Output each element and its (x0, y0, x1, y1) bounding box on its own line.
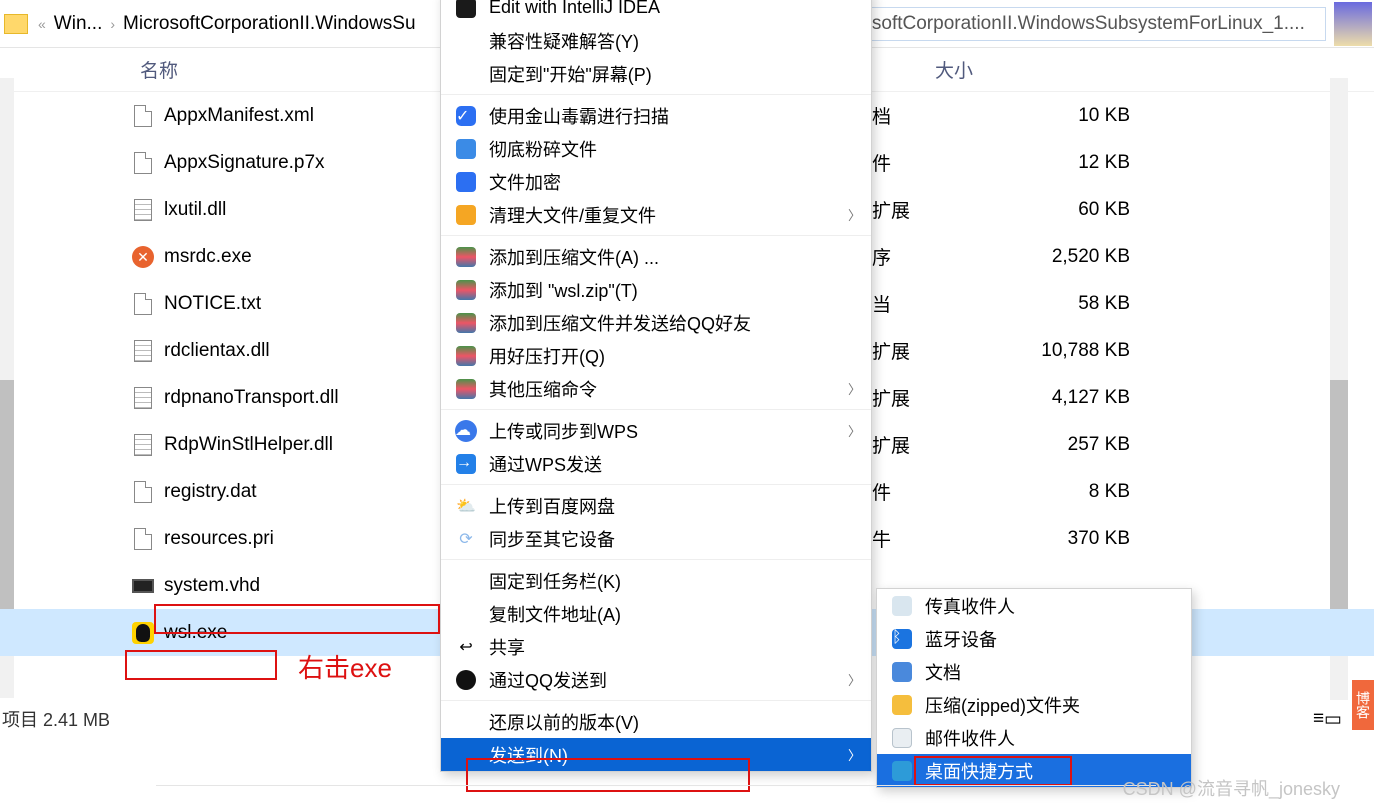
crumb-win[interactable]: Win... (50, 13, 107, 35)
menu-send-to[interactable]: 发送到(N)〉 (441, 738, 871, 771)
file-size: 8 KB (1030, 481, 1130, 503)
file-size: 10,788 KB (1030, 340, 1130, 362)
file-name: msrdc.exe (164, 246, 434, 268)
file-type: 牛 (872, 525, 891, 552)
file-name: resources.pri (164, 528, 434, 550)
user-avatar[interactable] (1334, 2, 1372, 46)
crumb-separator: › (110, 16, 115, 32)
file-size: 10 KB (1030, 105, 1130, 127)
menu-share[interactable]: ↪共享 (441, 630, 871, 663)
file-icon (130, 197, 156, 223)
sendto-fax[interactable]: 传真收件人 (877, 589, 1191, 622)
menu-wps-send[interactable]: →通过WPS发送 (441, 447, 871, 480)
file-type: 件 (872, 149, 891, 176)
file-icon (130, 620, 156, 646)
file-icon (130, 338, 156, 364)
back-chevron[interactable]: « (38, 16, 46, 32)
file-name: rdclientax.dll (164, 340, 434, 362)
file-icon (130, 479, 156, 505)
status-bar: 项目 2.41 MB (0, 701, 110, 737)
menu-sync[interactable]: ⟳同步至其它设备 (441, 522, 871, 555)
file-icon (130, 385, 156, 411)
menu-edit-intellij[interactable]: Edit with IntelliJ IDEA (441, 0, 871, 24)
side-tab[interactable]: 博客 (1352, 680, 1374, 730)
status-text: 项目 2.41 MB (2, 706, 110, 732)
file-size: 4,127 KB (1030, 387, 1130, 409)
file-type: 序 (872, 243, 891, 270)
view-details-button[interactable]: ≡ (1313, 708, 1324, 731)
search-input[interactable]: rosoftCorporationII.WindowsSubsystemForL… (846, 7, 1326, 41)
file-icon: ✕ (130, 244, 156, 270)
menu-scan[interactable]: ✓使用金山毒霸进行扫描 (441, 99, 871, 132)
file-name: registry.dat (164, 481, 434, 503)
file-type: 扩展 (872, 196, 910, 223)
file-name: wsl.exe (164, 622, 434, 644)
file-name: RdpWinStlHelper.dll (164, 434, 434, 456)
menu-qq-send[interactable]: 通过QQ发送到〉 (441, 663, 871, 696)
menu-restore[interactable]: 还原以前的版本(V) (441, 705, 871, 738)
menu-wps-upload[interactable]: ☁上传或同步到WPS〉 (441, 414, 871, 447)
crumb-folder[interactable]: MicrosoftCorporationII.WindowsSu (119, 13, 420, 35)
file-type: 档 (872, 102, 891, 129)
sendto-zipped[interactable]: 压缩(zipped)文件夹 (877, 688, 1191, 721)
menu-pin-taskbar[interactable]: 固定到任务栏(K) (441, 564, 871, 597)
menu-zip-open[interactable]: 用好压打开(Q) (441, 339, 871, 372)
menu-zip-other[interactable]: 其他压缩命令〉 (441, 372, 871, 405)
bottom-border (156, 785, 1156, 807)
col-size[interactable]: 大小 (854, 56, 1054, 83)
menu-clean[interactable]: 清理大文件/重复文件〉 (441, 198, 871, 231)
file-size: 257 KB (1030, 434, 1130, 456)
file-icon (130, 432, 156, 458)
search-placeholder: rosoftCorporationII.WindowsSubsystemForL… (855, 13, 1305, 35)
menu-zip-qq[interactable]: 添加到压缩文件并发送给QQ好友 (441, 306, 871, 339)
watermark: CSDN @流音寻帆_jonesky (1123, 775, 1340, 801)
menu-shred[interactable]: 彻底粉碎文件 (441, 132, 871, 165)
file-name: NOTICE.txt (164, 293, 434, 315)
sendto-mail[interactable]: 邮件收件人 (877, 721, 1191, 754)
menu-baidu[interactable]: ⛅上传到百度网盘 (441, 489, 871, 522)
file-name: AppxManifest.xml (164, 105, 434, 127)
file-type: 当 (872, 290, 891, 317)
file-name: rdpnanoTransport.dll (164, 387, 434, 409)
sendto-bluetooth[interactable]: ᛒ蓝牙设备 (877, 622, 1191, 655)
menu-encrypt[interactable]: 文件加密 (441, 165, 871, 198)
file-icon (130, 291, 156, 317)
file-type: 扩展 (872, 337, 910, 364)
sendto-submenu: 传真收件人 ᛒ蓝牙设备 文档 压缩(zipped)文件夹 邮件收件人 桌面快捷方… (876, 588, 1192, 788)
sendto-documents[interactable]: 文档 (877, 655, 1191, 688)
file-icon (130, 526, 156, 552)
folder-icon (4, 14, 28, 34)
menu-zip-t[interactable]: 添加到 "wsl.zip"(T) (441, 273, 871, 306)
file-type: 件 (872, 478, 891, 505)
file-name: AppxSignature.p7x (164, 152, 434, 174)
col-name[interactable]: 名称 (0, 56, 440, 83)
file-size: 2,520 KB (1030, 246, 1130, 268)
file-name: system.vhd (164, 575, 434, 597)
file-size: 12 KB (1030, 152, 1130, 174)
menu-copy-path[interactable]: 复制文件地址(A) (441, 597, 871, 630)
file-name: lxutil.dll (164, 199, 434, 221)
view-icons-button[interactable]: ▭ (1324, 708, 1342, 731)
menu-compat[interactable]: 兼容性疑难解答(Y) (441, 24, 871, 57)
context-menu: Edit with IntelliJ IDEA 兼容性疑难解答(Y) 固定到"开… (440, 0, 872, 772)
file-size: 60 KB (1030, 199, 1130, 221)
file-size: 58 KB (1030, 293, 1130, 315)
file-icon (130, 573, 156, 599)
file-icon (130, 150, 156, 176)
file-type: 扩展 (872, 431, 910, 458)
file-size: 370 KB (1030, 528, 1130, 550)
file-icon (130, 103, 156, 129)
menu-zip-a[interactable]: 添加到压缩文件(A) ... (441, 240, 871, 273)
file-type: 扩展 (872, 384, 910, 411)
menu-pin-start[interactable]: 固定到"开始"屏幕(P) (441, 57, 871, 90)
